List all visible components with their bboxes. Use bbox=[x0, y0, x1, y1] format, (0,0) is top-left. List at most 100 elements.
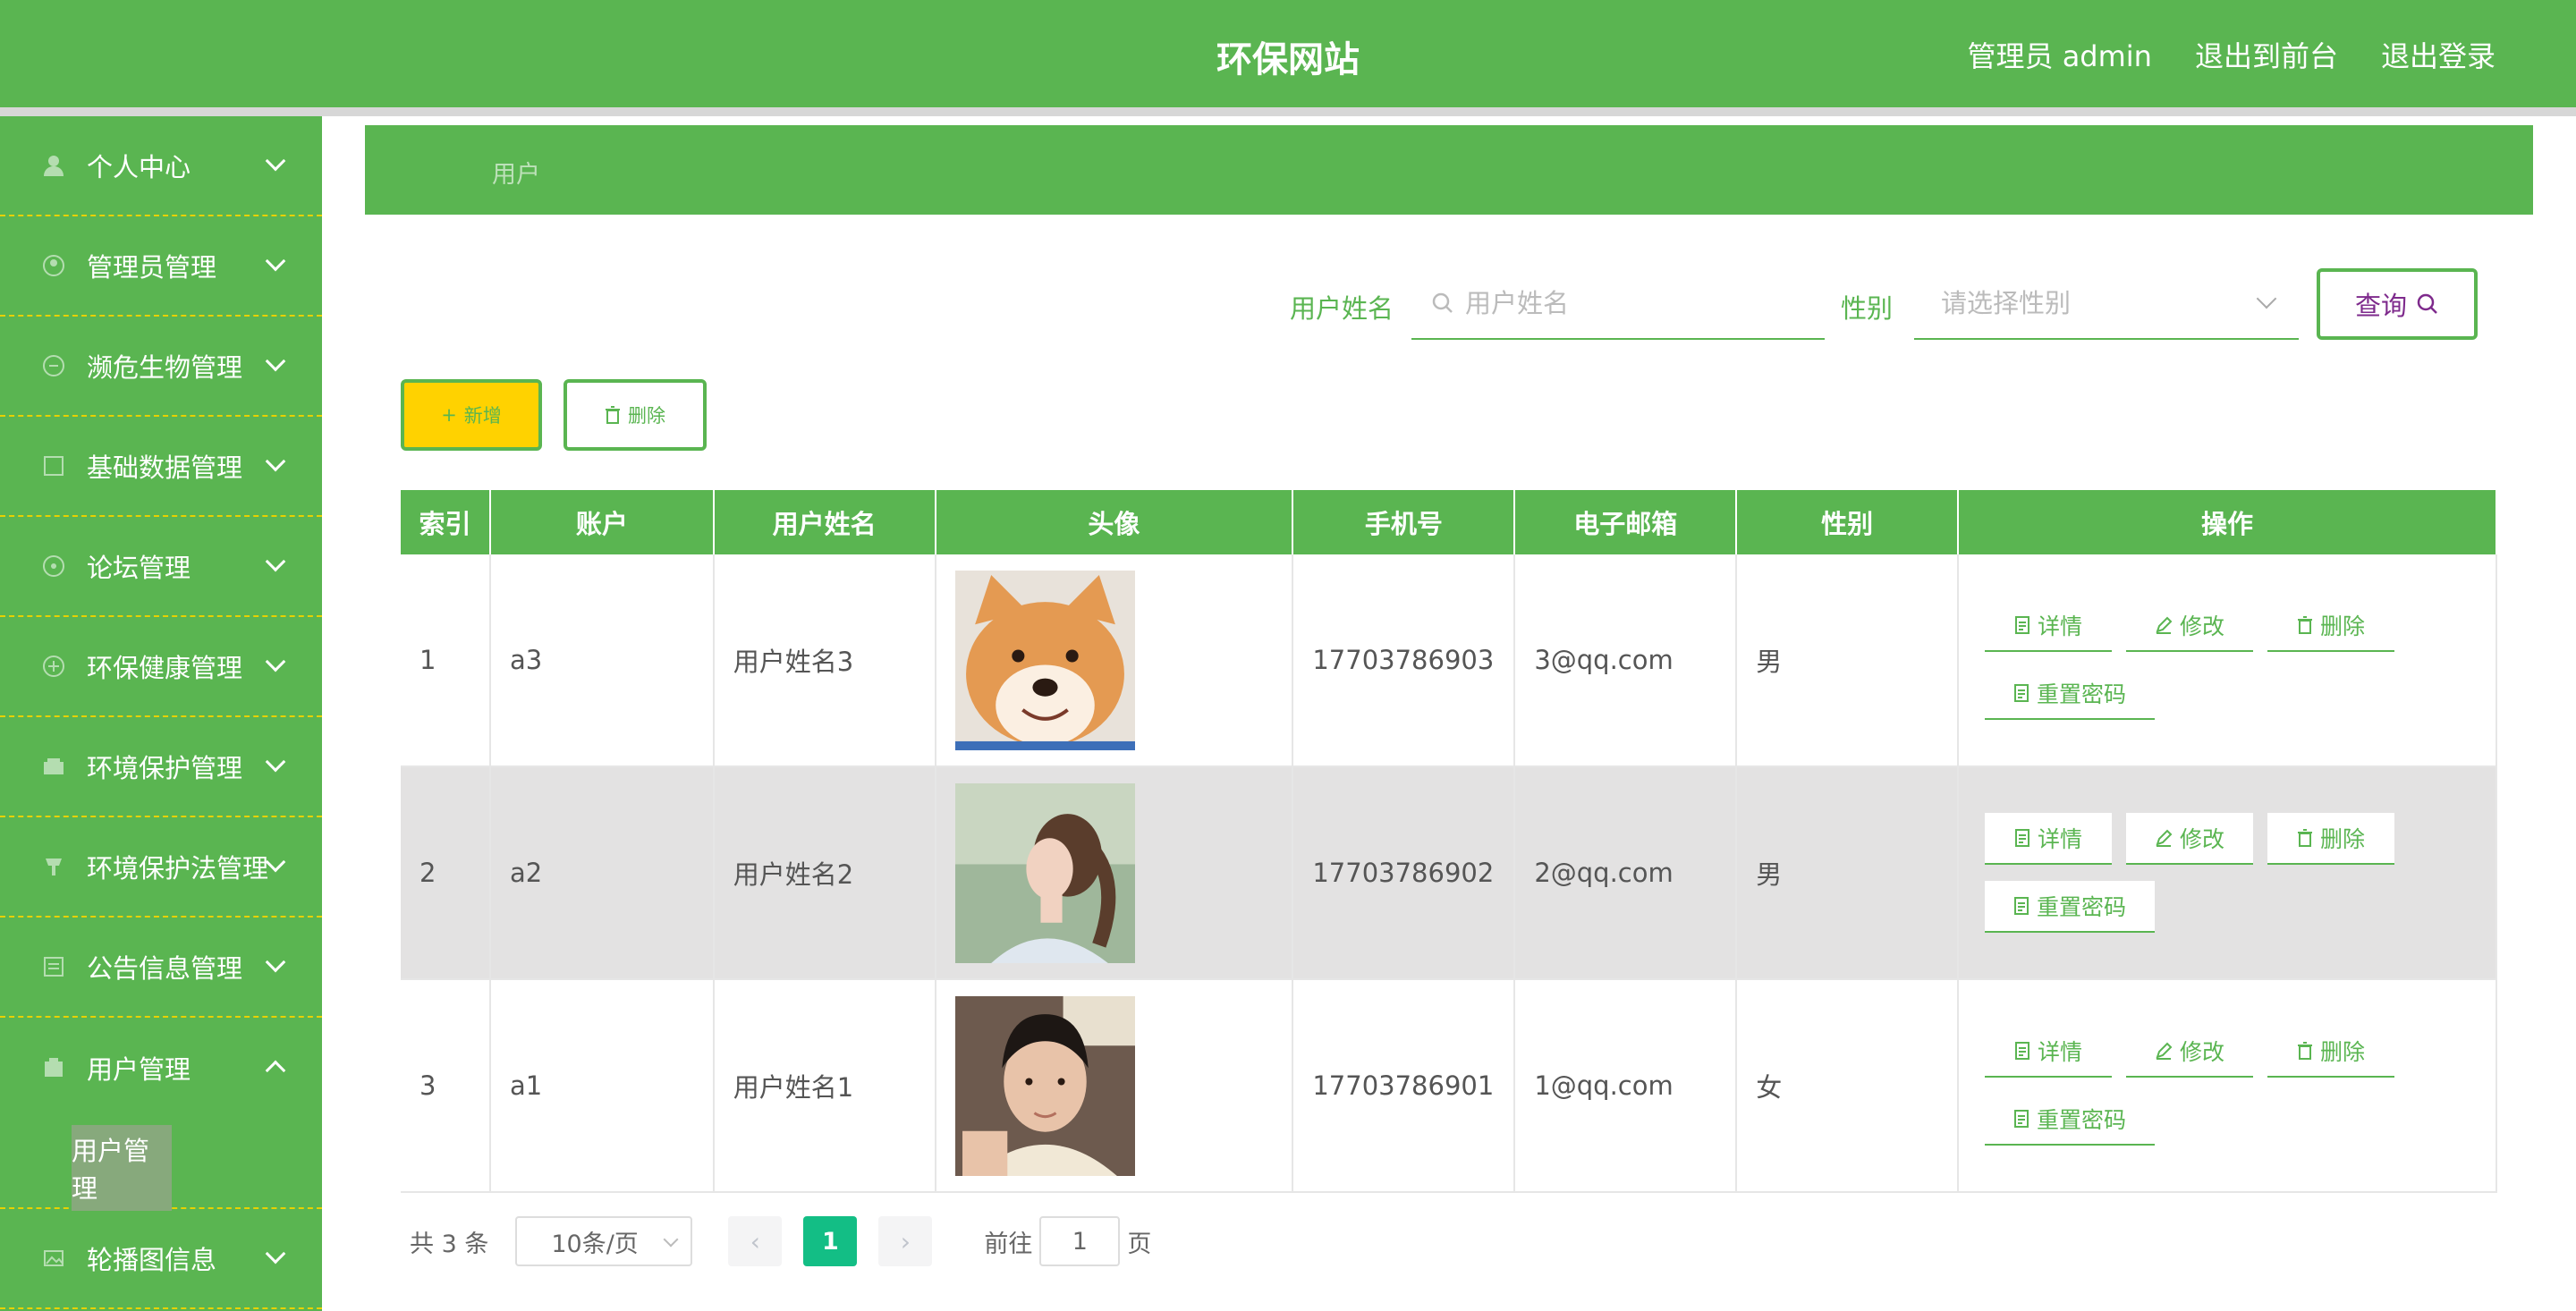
cell-avatar bbox=[935, 766, 1294, 980]
sidebar-item-label: 用户管理 bbox=[87, 1054, 191, 1085]
page-size-select[interactable]: 10条/页 bbox=[515, 1216, 693, 1266]
table-row: 2 a2 用户姓名2 17703786902 2@qq.com 男 详情 修改 删除 重置密码 bbox=[401, 766, 2497, 980]
cell-name: 用户姓名1 bbox=[713, 979, 936, 1193]
edit-button[interactable]: 修改 bbox=[2126, 600, 2254, 652]
sidebar-item-species[interactable]: 濒危生物管理 bbox=[0, 317, 322, 417]
sidebar-item-user[interactable]: 个人中心 bbox=[0, 116, 322, 216]
sidebar-item-label: 环保健康管理 bbox=[87, 653, 243, 683]
sidebar-item-data[interactable]: 基础数据管理 bbox=[0, 417, 322, 517]
cell-index: 2 bbox=[401, 766, 491, 980]
search-name-input[interactable] bbox=[1463, 287, 1825, 319]
table-row: 3 a1 用户姓名1 17703786901 1@qq.com 女 详情 修改 删除 重置密码 bbox=[401, 979, 2497, 1193]
next-page-button[interactable]: › bbox=[878, 1216, 933, 1266]
sidebar-item-users[interactable]: 用户管理 用户管理 bbox=[0, 1018, 322, 1211]
sidebar-item-notice[interactable]: 公告信息管理 bbox=[0, 918, 322, 1018]
goto-prefix: 前往 bbox=[984, 1230, 1033, 1258]
cell-gender: 男 bbox=[1736, 554, 1960, 767]
detail-button-label: 详情 bbox=[2038, 1039, 2083, 1065]
exit-to-front-link[interactable]: 退出到前台 bbox=[2195, 34, 2338, 75]
sidebar-item-environment[interactable]: 环境保护管理 bbox=[0, 717, 322, 817]
chevron-down-icon bbox=[265, 150, 286, 172]
edit-button[interactable]: 修改 bbox=[2126, 1026, 2254, 1078]
admin-label: 管理员 admin bbox=[1967, 39, 2152, 73]
gender-select-input[interactable] bbox=[1939, 287, 2299, 319]
pagination: 共 3 条 10条/页 ‹ 1 › 前往 页 bbox=[410, 1216, 1178, 1266]
detail-button[interactable]: 详情 bbox=[1985, 600, 2113, 652]
cell-account: a3 bbox=[489, 554, 715, 767]
submenu-item-user-management[interactable]: 用户管理 bbox=[72, 1125, 172, 1211]
delete-button-label: 删除 bbox=[2320, 826, 2366, 852]
col-avatar[interactable]: 头像 bbox=[935, 490, 1294, 554]
query-button-label: 查询 bbox=[2354, 291, 2407, 321]
prev-page-button[interactable]: ‹ bbox=[728, 1216, 783, 1266]
document-icon bbox=[2013, 1110, 2029, 1128]
pagination-total: 共 3 条 bbox=[410, 1230, 489, 1258]
document-icon bbox=[2014, 1042, 2030, 1060]
delete-button[interactable]: 删除 bbox=[2267, 1026, 2395, 1078]
header-divider bbox=[0, 107, 2576, 116]
health-icon bbox=[41, 654, 66, 679]
admin-icon bbox=[41, 253, 66, 278]
chevron-down-icon bbox=[663, 1231, 679, 1248]
reset-button[interactable]: 重置密码 bbox=[1985, 668, 2156, 720]
reset-button[interactable]: 重置密码 bbox=[1985, 1094, 2156, 1146]
detail-button-label: 详情 bbox=[2038, 613, 2083, 639]
col-email[interactable]: 电子邮箱 bbox=[1514, 490, 1738, 554]
chevron-down-icon bbox=[265, 351, 286, 372]
sidebar-item-carousel[interactable]: 轮播图信息 bbox=[0, 1209, 322, 1309]
sidebar: 个人中心 管理员管理濒危生物管理基础数据管理 论坛管理环保健康管理环境保护管理 环境保… bbox=[0, 116, 322, 1311]
document-icon bbox=[2014, 829, 2030, 847]
edit-button-label: 修改 bbox=[2180, 1039, 2225, 1065]
trash-icon bbox=[2297, 1042, 2313, 1060]
chevron-down-icon bbox=[265, 1243, 286, 1264]
cell-email: 2@qq.com bbox=[1514, 766, 1738, 980]
batch-delete-button[interactable]: 删除 bbox=[564, 379, 707, 451]
row-actions: 详情 修改 删除重置密码 bbox=[1978, 1026, 2414, 1146]
avatar[interactable] bbox=[954, 570, 1292, 750]
sidebar-item-label: 濒危生物管理 bbox=[87, 352, 243, 383]
sidebar-item-admin[interactable]: 管理员管理 bbox=[0, 216, 322, 317]
col-phone[interactable]: 手机号 bbox=[1292, 490, 1516, 554]
cell-account: a1 bbox=[489, 979, 715, 1193]
cell-phone: 17703786902 bbox=[1292, 766, 1516, 980]
delete-button[interactable]: 删除 bbox=[2267, 600, 2395, 652]
user-icon bbox=[41, 153, 66, 178]
sidebar-item-health[interactable]: 环保健康管理 bbox=[0, 617, 322, 717]
law-icon bbox=[41, 854, 66, 879]
page-size-value: 10条/页 bbox=[551, 1230, 639, 1258]
gender-select[interactable] bbox=[1914, 268, 2299, 340]
avatar[interactable] bbox=[954, 782, 1292, 963]
logout-link[interactable]: 退出登录 bbox=[2381, 34, 2496, 75]
table-row: 1 a3 用户姓名3 17703786903 3@qq.com 男 详情 修改 删除 重置密码 bbox=[401, 554, 2497, 767]
detail-button[interactable]: 详情 bbox=[1985, 813, 2113, 865]
col-index[interactable]: 索引 bbox=[401, 490, 491, 554]
col-name[interactable]: 用户姓名 bbox=[713, 490, 936, 554]
delete-button-label: 删除 bbox=[2320, 613, 2366, 639]
sidebar-item-law[interactable]: 环境保护法管理 bbox=[0, 817, 322, 918]
reset-button[interactable]: 重置密码 bbox=[1985, 881, 2156, 933]
delete-button[interactable]: 删除 bbox=[2267, 813, 2395, 865]
row-actions: 详情 修改 删除重置密码 bbox=[1978, 600, 2414, 720]
search-icon bbox=[2416, 292, 2439, 316]
search-name-label: 用户姓名 bbox=[1290, 293, 1394, 324]
reset-button-label: 重置密码 bbox=[2037, 681, 2127, 707]
col-account[interactable]: 账户 bbox=[489, 490, 715, 554]
query-button[interactable]: 查询 bbox=[2317, 268, 2478, 340]
col-gender[interactable]: 性别 bbox=[1736, 490, 1960, 554]
detail-button[interactable]: 详情 bbox=[1985, 1026, 2113, 1078]
notice-icon bbox=[41, 954, 66, 979]
goto-page-input[interactable] bbox=[1039, 1216, 1121, 1266]
edit-button[interactable]: 修改 bbox=[2126, 813, 2254, 865]
sidebar-item-forum[interactable]: 论坛管理 bbox=[0, 517, 322, 617]
search-name-field[interactable] bbox=[1411, 268, 1825, 340]
breadcrumb-current[interactable]: 用户 bbox=[492, 155, 540, 190]
header-links: 管理员 admin 退出到前台 退出登录 bbox=[1968, 34, 2496, 75]
avatar[interactable] bbox=[954, 995, 1292, 1176]
batch-delete-label: 删除 bbox=[628, 405, 665, 427]
cell-email: 1@qq.com bbox=[1514, 979, 1738, 1193]
cell-index: 3 bbox=[401, 979, 491, 1193]
add-button[interactable]: + 新增 bbox=[401, 379, 542, 451]
edit-icon bbox=[2155, 1042, 2173, 1060]
page-1-button[interactable]: 1 bbox=[803, 1216, 858, 1266]
sidebar-item-label: 公告信息管理 bbox=[87, 953, 243, 984]
